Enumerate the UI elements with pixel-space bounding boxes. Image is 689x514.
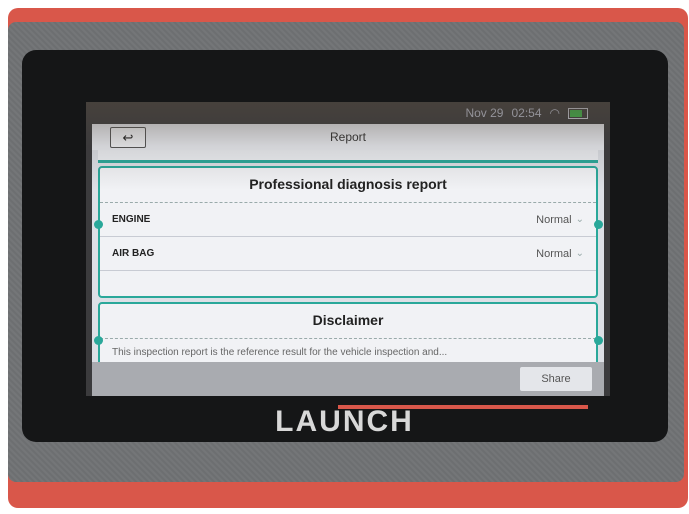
titlebar: ↩ Report — [92, 124, 604, 150]
back-button[interactable]: ↩ — [110, 127, 146, 148]
disclaimer-card: Disclaimer This inspection report is the… — [98, 302, 598, 362]
disclaimer-title: Disclaimer — [100, 304, 596, 339]
report-app: ↩ Report Professional diagnosis report E… — [92, 124, 604, 396]
system-status: Normal ⌄ — [536, 248, 584, 260]
share-button[interactable]: Share — [520, 367, 592, 391]
report-title: Professional diagnosis report — [100, 168, 596, 203]
report-content[interactable]: Professional diagnosis report ENGINE Nor… — [92, 150, 604, 362]
status-time: 02:54 — [511, 106, 542, 120]
system-label: ENGINE — [112, 214, 151, 225]
card-connector-dot — [94, 220, 103, 229]
screen: Nov 29 02:54 ◠ ↩ Report Professional dia… — [86, 102, 610, 396]
page-title: Report — [329, 130, 367, 144]
diagnosis-report-card: Professional diagnosis report ENGINE Nor… — [98, 166, 598, 298]
battery-icon — [568, 107, 588, 119]
chevron-down-icon: ⌄ — [575, 214, 584, 225]
bottom-bar: Share — [92, 362, 604, 396]
device-brand-logo: LAUNCH — [275, 405, 414, 438]
card-connector-dot — [594, 220, 603, 229]
disclaimer-text: This inspection report is the reference … — [112, 347, 448, 358]
card-connector-dot — [594, 336, 603, 345]
wifi-icon: ◠ — [549, 106, 560, 120]
status-text: Normal — [536, 213, 572, 226]
back-arrow-icon: ↩ — [122, 129, 134, 145]
system-status: Normal ⌄ — [536, 214, 584, 226]
system-row-engine[interactable]: ENGINE Normal ⌄ — [100, 203, 596, 237]
status-bar: Nov 29 02:54 ◠ — [86, 102, 610, 124]
battery-level — [570, 109, 582, 117]
chevron-down-icon: ⌄ — [575, 248, 584, 259]
previous-card-edge — [98, 150, 598, 163]
card-connector-dot — [94, 336, 103, 345]
status-text: Normal — [536, 247, 572, 260]
status-date: Nov 29 — [465, 106, 504, 120]
system-row-airbag[interactable]: AIR BAG Normal ⌄ — [100, 237, 596, 271]
system-label: AIR BAG — [112, 248, 155, 259]
